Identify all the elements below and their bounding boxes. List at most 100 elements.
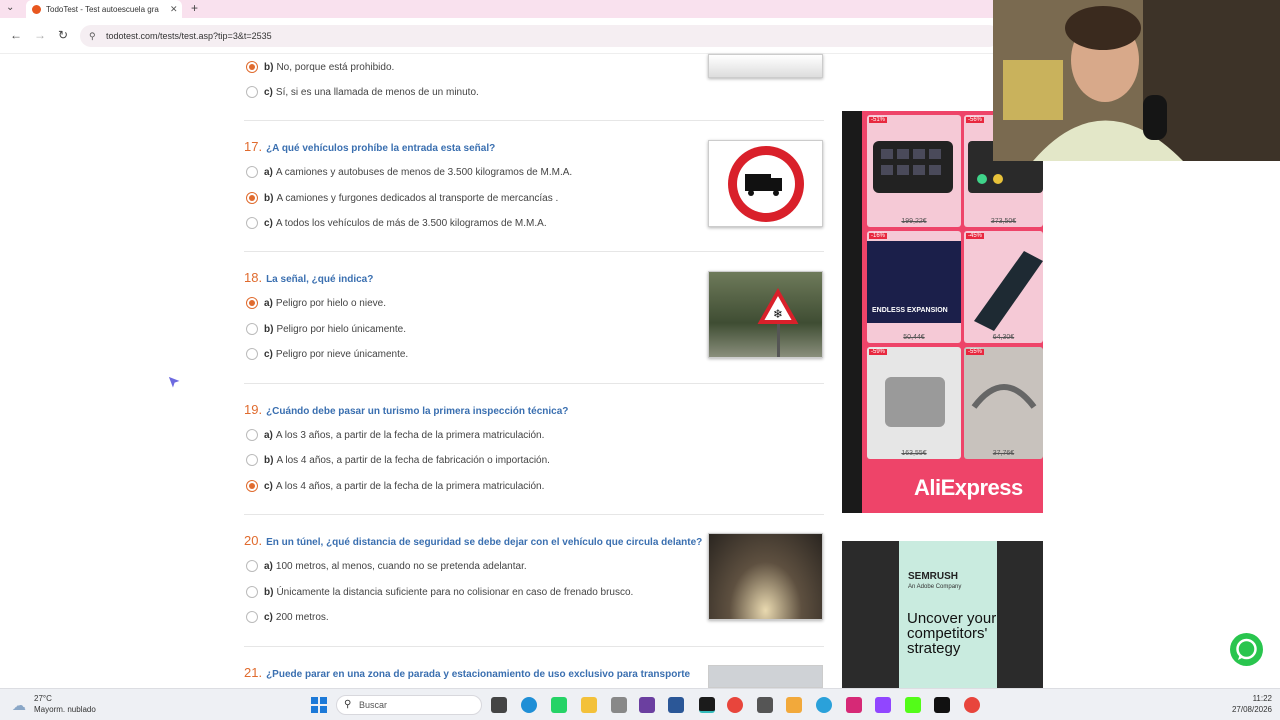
ad-product-card[interactable]: -51% 199,22€ bbox=[867, 115, 961, 227]
question-number: 21. bbox=[244, 665, 263, 680]
instagram-icon[interactable] bbox=[846, 697, 862, 713]
telegram-icon[interactable] bbox=[816, 697, 832, 713]
answer-c[interactable]: c) A los 4 años, a partir de la fecha de … bbox=[246, 480, 544, 492]
app-icon[interactable] bbox=[639, 697, 655, 713]
answer-letter: a) bbox=[264, 166, 273, 178]
answer-text: Únicamente la distancia suficiente para … bbox=[276, 586, 634, 598]
answer-letter: b) bbox=[264, 61, 274, 73]
site-info-icon[interactable]: ⚲ bbox=[89, 31, 99, 41]
windows-start-icon[interactable] bbox=[311, 697, 327, 713]
answer-b[interactable]: b) A camiones y furgones dedicados al tra… bbox=[246, 192, 558, 204]
radio-selected[interactable] bbox=[246, 192, 258, 204]
kick-icon[interactable] bbox=[905, 697, 921, 713]
radio[interactable] bbox=[246, 166, 258, 178]
radio[interactable] bbox=[246, 217, 258, 229]
question-number: 20. bbox=[244, 533, 263, 548]
radio[interactable] bbox=[246, 454, 258, 466]
clock-date[interactable]: 27/08/2026 bbox=[1232, 705, 1272, 714]
radio-selected[interactable] bbox=[246, 297, 258, 309]
radio[interactable] bbox=[246, 560, 258, 572]
back-icon[interactable]: ← bbox=[10, 28, 22, 42]
ad-product-card[interactable]: -45% 64,30€ bbox=[964, 231, 1043, 343]
task-view-icon[interactable] bbox=[491, 697, 507, 713]
rtve-icon[interactable] bbox=[786, 697, 802, 713]
twitch-icon[interactable] bbox=[875, 697, 891, 713]
answer-a[interactable]: a) A los 3 años, a partir de la fecha de … bbox=[246, 429, 544, 441]
weather-desc[interactable]: Mayorm. nublado bbox=[34, 705, 96, 714]
question-number: 19. bbox=[244, 402, 263, 417]
product-price: 64,30€ bbox=[992, 334, 1015, 341]
discount-badge: -51% bbox=[869, 117, 888, 123]
close-tab-icon[interactable]: ✕ bbox=[170, 4, 182, 15]
radio[interactable] bbox=[246, 429, 258, 441]
semrush-headline: Uncover your competitors' strategy bbox=[907, 610, 997, 657]
ad-product-card[interactable]: -59% 163,55€ bbox=[867, 347, 961, 459]
answer-text: No, porque está prohibido. bbox=[276, 61, 395, 73]
answer-a[interactable]: a) A camiones y autobuses de menos de 3.5… bbox=[246, 166, 572, 178]
discount-badge: -55% bbox=[966, 349, 985, 355]
radio[interactable] bbox=[246, 86, 258, 98]
ad-product-card[interactable]: -55% 37,76€ bbox=[964, 347, 1043, 459]
radio[interactable] bbox=[246, 586, 258, 598]
answer-letter: a) bbox=[264, 429, 273, 441]
answer-letter: c) bbox=[264, 348, 273, 360]
answer-c[interactable]: c) 200 metros. bbox=[246, 611, 329, 623]
app-icon[interactable] bbox=[757, 697, 773, 713]
app-icon[interactable] bbox=[668, 697, 684, 713]
forward-icon[interactable]: → bbox=[34, 28, 46, 42]
answer-letter: c) bbox=[264, 480, 273, 492]
question-title: 17. ¿A qué vehículos prohíbe la entrada e… bbox=[244, 139, 495, 154]
answer-b[interactable]: b) No, porque está prohibido. bbox=[246, 61, 394, 73]
taskbar-search[interactable]: ⚲ Buscar bbox=[336, 695, 482, 715]
answer-a[interactable]: a) 100 metros, al menos, cuando no se pre… bbox=[246, 560, 527, 572]
question-title: 19. ¿Cuándo debe pasar un turismo la prim… bbox=[244, 402, 568, 417]
whatsapp-icon bbox=[1236, 638, 1257, 660]
discount-badge: -56% bbox=[966, 117, 985, 123]
tab-search-icon[interactable]: ⌄ bbox=[6, 2, 20, 16]
radio[interactable] bbox=[246, 611, 258, 623]
edge-icon[interactable] bbox=[521, 697, 537, 713]
tiktok-icon[interactable] bbox=[934, 697, 950, 713]
chrome-icon[interactable] bbox=[727, 697, 743, 713]
whatsapp-app-icon[interactable] bbox=[551, 697, 567, 713]
file-explorer-icon[interactable] bbox=[581, 697, 597, 713]
answer-text: A camiones y autobuses de menos de 3.500… bbox=[275, 166, 573, 178]
obs-icon[interactable] bbox=[699, 697, 715, 713]
answer-letter: a) bbox=[264, 560, 273, 572]
app-icon[interactable] bbox=[611, 697, 627, 713]
answer-b[interactable]: b) Peligro por hielo únicamente. bbox=[246, 323, 406, 335]
aliexpress-ad[interactable]: -51% 199,22€ -56% 373,50€ -16% ENDLESS E… bbox=[842, 111, 1043, 513]
radio[interactable] bbox=[246, 323, 258, 335]
product-image bbox=[885, 377, 945, 427]
answer-c[interactable]: c) Sí, si es una llamada de menos de un … bbox=[246, 86, 479, 98]
weather-temp[interactable]: 27°C bbox=[34, 694, 52, 703]
question-text: La señal, ¿qué indica? bbox=[266, 274, 374, 285]
radio-selected[interactable] bbox=[246, 61, 258, 73]
weather-icon[interactable]: ☁ bbox=[12, 697, 26, 714]
whatsapp-button[interactable] bbox=[1230, 633, 1263, 666]
tab-todotest[interactable]: TodoTest - Test autoescuela gra ✕ bbox=[26, 0, 182, 18]
radio[interactable] bbox=[246, 348, 258, 360]
answer-letter: c) bbox=[264, 611, 273, 623]
chrome-profile-icon[interactable] bbox=[964, 697, 980, 713]
reload-icon[interactable]: ↻ bbox=[58, 28, 68, 42]
radio-selected[interactable] bbox=[246, 480, 258, 492]
answer-b[interactable]: b) Únicamente la distancia suficiente par… bbox=[246, 586, 633, 598]
answer-b[interactable]: b) A los 4 años, a partir de la fecha de … bbox=[246, 454, 550, 466]
product-price: 373,50€ bbox=[990, 218, 1017, 225]
new-tab-icon[interactable]: + bbox=[191, 1, 198, 15]
product-price: 163,55€ bbox=[901, 450, 927, 457]
semrush-ad[interactable]: SEMRUSH An Adobe Company Uncover your co… bbox=[842, 541, 1043, 688]
answer-a[interactable]: a) Peligro por hielo o nieve. bbox=[246, 297, 386, 309]
answer-c[interactable]: c) A todos los vehículos de más de 3.500 … bbox=[246, 217, 547, 229]
answer-text: Peligro por nieve únicamente. bbox=[275, 348, 409, 360]
divider bbox=[244, 251, 824, 252]
ad-product-card[interactable]: -16% ENDLESS EXPANSION 50,44€ bbox=[867, 231, 961, 343]
answer-c[interactable]: c) Peligro por nieve únicamente. bbox=[246, 348, 408, 360]
tab-title: TodoTest - Test autoescuela gra bbox=[46, 4, 159, 14]
mouse-cursor-icon bbox=[166, 374, 184, 391]
question-19: 19. ¿Cuándo debe pasar un turismo la prim… bbox=[244, 402, 824, 502]
url-bar[interactable]: ⚲ todotest.com/tests/test.asp?tip=3&t=25… bbox=[80, 25, 1000, 47]
answer-letter: c) bbox=[264, 86, 273, 98]
clock-time[interactable]: 11:22 bbox=[1253, 694, 1272, 703]
